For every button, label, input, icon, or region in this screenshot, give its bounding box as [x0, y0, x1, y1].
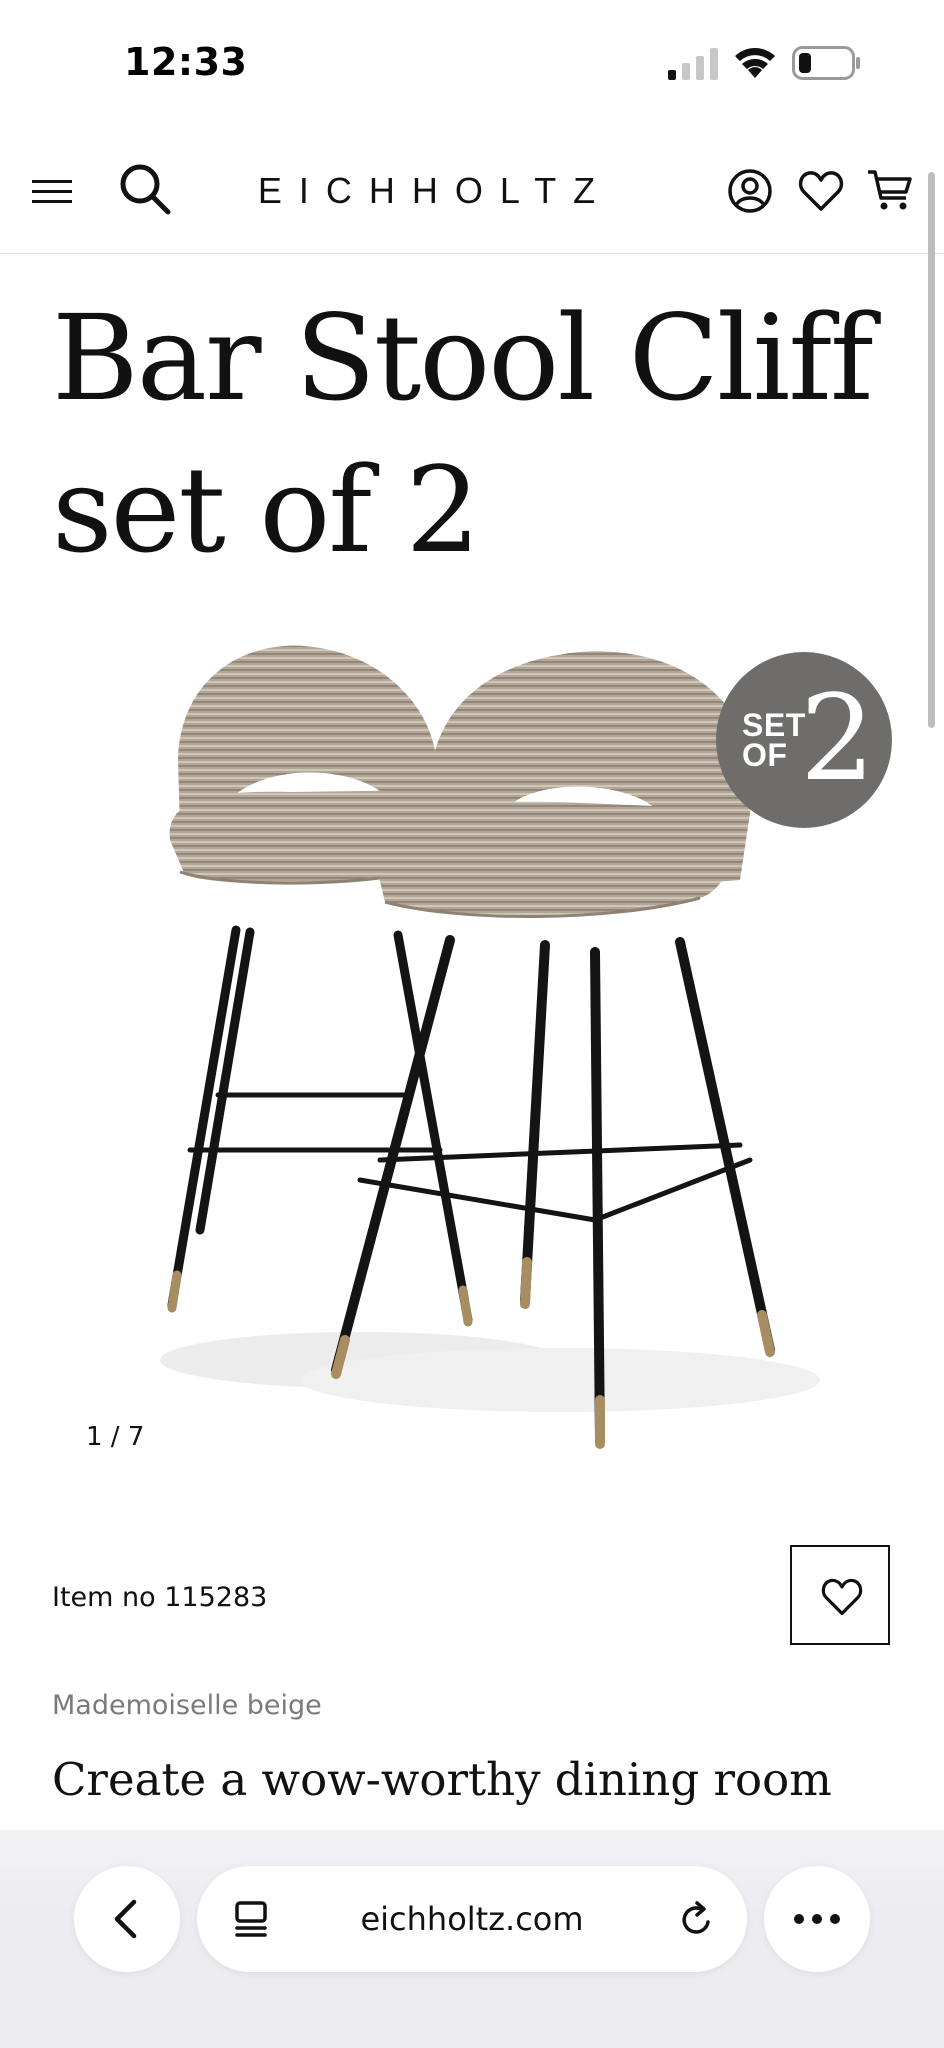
product-description: Create a wow-worthy dining room [52, 1753, 832, 1806]
heart-icon [798, 171, 844, 211]
url-text: eichholtz.com [360, 1900, 584, 1938]
more-dots-icon [794, 1914, 840, 1924]
search-icon [120, 164, 171, 215]
slide-separator: / [102, 1422, 128, 1452]
menu-button[interactable] [30, 170, 74, 214]
cart-icon [868, 170, 912, 210]
badge-number: 2 [800, 669, 876, 807]
slide-current: 1 [86, 1422, 103, 1452]
user-circle-icon [728, 169, 772, 213]
page-scrollbar[interactable] [928, 172, 935, 728]
status-time: 12:33 [124, 40, 248, 84]
address-bar[interactable]: eichholtz.com [197, 1866, 747, 1972]
hamburger-menu-icon [32, 180, 72, 203]
product-title-line2: set of 2 [52, 441, 481, 579]
wishlist-button[interactable] [797, 168, 845, 214]
browser-more-button[interactable] [764, 1866, 870, 1972]
color-name: Mademoiselle beige [52, 1690, 322, 1721]
badge-of-label: OF [742, 737, 788, 773]
heart-icon [821, 1578, 863, 1616]
battery-low-icon [792, 46, 860, 80]
account-button[interactable] [726, 167, 774, 215]
cart-button[interactable] [866, 166, 914, 214]
slide-total: 7 [127, 1422, 145, 1452]
browser-toolbar: eichholtz.com [0, 1830, 944, 2048]
product-title-line1: Bar Stool Cliff [52, 289, 874, 427]
chevron-left-icon [114, 1899, 137, 1939]
item-number: Item no 115283 [52, 1582, 268, 1613]
add-to-wishlist-button[interactable] [790, 1545, 890, 1645]
set-of-2-badge: SET OF 2 [716, 652, 892, 828]
wifi-icon [735, 48, 775, 78]
site-header: EICHHOLTZ [0, 130, 944, 254]
reload-icon[interactable] [677, 1900, 717, 1940]
slide-counter: 1 / 7 [86, 1422, 144, 1452]
cellular-signal-icon [668, 48, 718, 80]
browser-back-button[interactable] [74, 1866, 180, 1972]
search-button[interactable] [116, 160, 174, 218]
brand-logo[interactable]: EICHHOLTZ [230, 170, 640, 212]
status-bar: 12:33 [0, 0, 944, 130]
tab-overview-icon [235, 1901, 267, 1937]
product-title: Bar Stool Cliff set of 2 [52, 282, 912, 586]
